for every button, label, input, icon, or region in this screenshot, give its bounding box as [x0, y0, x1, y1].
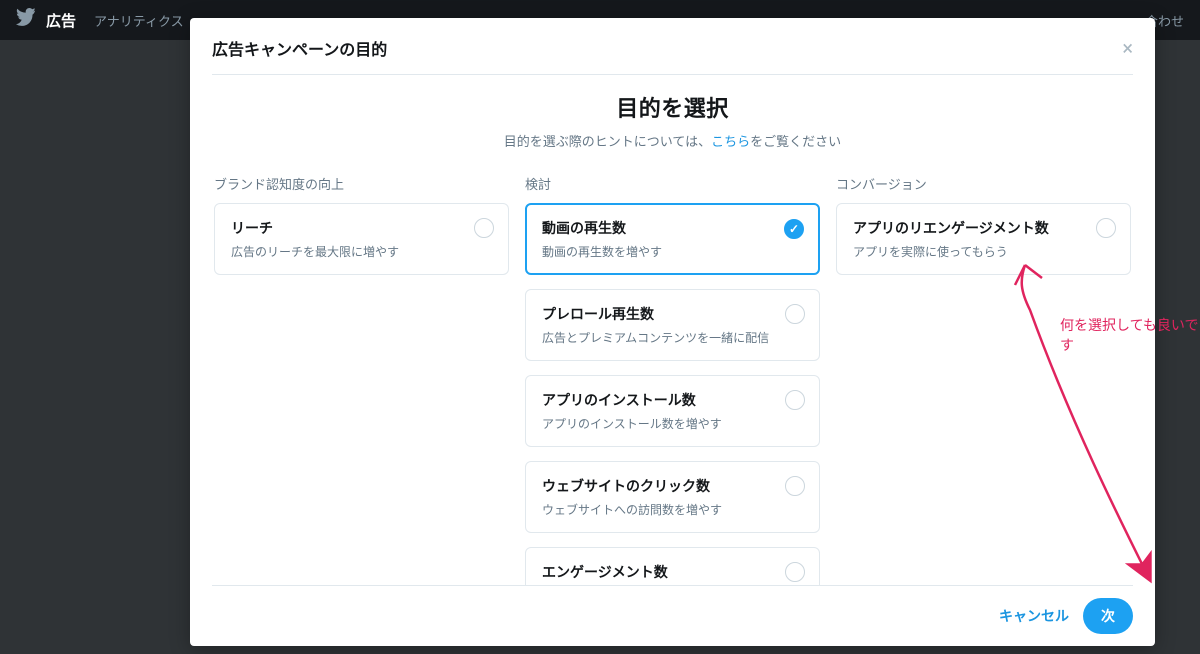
objective-columns: ブランド認知度の向上 リーチ 広告のリーチを最大限に増やす 検討 動画の再生数 …	[212, 174, 1133, 585]
radio-icon	[785, 562, 805, 582]
radio-icon	[1096, 218, 1116, 238]
hint-prefix: 目的を選ぶ際のヒントについては、	[504, 135, 711, 150]
col-awareness: ブランド認知度の向上 リーチ 広告のリーチを最大限に増やす	[214, 174, 509, 585]
objective-modal: 広告キャンペーンの目的 × 目的を選択 目的を選ぶ際のヒントについては、こちらを…	[190, 18, 1155, 646]
card-preroll-title: プレロール再生数	[542, 304, 803, 324]
card-preroll-desc: 広告とプレミアムコンテンツを一緒に配信	[542, 329, 803, 346]
card-appinstall-desc: アプリのインストール数を増やす	[542, 415, 803, 432]
card-video-desc: 動画の再生数を増やす	[542, 243, 803, 260]
modal-title: 広告キャンペーンの目的	[212, 36, 387, 60]
card-video-views[interactable]: 動画の再生数 動画の再生数を増やす	[525, 203, 820, 275]
card-appreengage-desc: アプリを実際に使ってもらう	[853, 243, 1114, 260]
radio-icon	[785, 476, 805, 496]
card-website-clicks[interactable]: ウェブサイトのクリック数 ウェブサイトへの訪問数を増やす	[525, 461, 820, 533]
modal-body: 目的を選択 目的を選ぶ際のヒントについては、こちらをご覧ください ブランド認知度…	[212, 75, 1133, 585]
radio-checked-icon	[784, 219, 804, 239]
hint-suffix: をご覧ください	[750, 135, 841, 150]
topbar-brand: 広告	[46, 10, 76, 31]
radio-icon	[785, 304, 805, 324]
col-consideration: 検討 動画の再生数 動画の再生数を増やす プレロール再生数 広告とプレミアムコン…	[525, 174, 820, 585]
radio-icon	[785, 390, 805, 410]
twitter-bird-icon	[16, 8, 36, 32]
card-reach-title: リーチ	[231, 218, 492, 238]
page-heading: 目的を選択	[616, 91, 729, 123]
card-website-desc: ウェブサイトへの訪問数を増やす	[542, 501, 803, 518]
radio-icon	[474, 218, 494, 238]
card-appreengage-title: アプリのリエンゲージメント数	[853, 218, 1114, 238]
card-reach[interactable]: リーチ 広告のリーチを最大限に増やす	[214, 203, 509, 275]
card-website-title: ウェブサイトのクリック数	[542, 476, 803, 496]
close-icon[interactable]: ×	[1122, 38, 1133, 58]
card-engagements[interactable]: エンゲージメント数 ツイートのエンゲージメントを増やす	[525, 547, 820, 585]
card-video-title: 動画の再生数	[542, 218, 803, 238]
card-preroll[interactable]: プレロール再生数 広告とプレミアムコンテンツを一緒に配信	[525, 289, 820, 361]
col-consideration-label: 検討	[525, 174, 820, 193]
cancel-button[interactable]: キャンセル	[999, 606, 1069, 626]
card-reach-desc: 広告のリーチを最大限に増やす	[231, 243, 492, 260]
modal-header: 広告キャンペーンの目的 ×	[212, 36, 1133, 75]
col-awareness-label: ブランド認知度の向上	[214, 174, 509, 193]
topbar-analytics-link[interactable]: アナリティクス	[94, 11, 184, 30]
modal-footer: キャンセル 次	[212, 585, 1133, 646]
col-conversion: コンバージョン アプリのリエンゲージメント数 アプリを実際に使ってもらう	[836, 174, 1131, 585]
next-button[interactable]: 次	[1083, 598, 1133, 634]
card-engagement-title: エンゲージメント数	[542, 562, 803, 582]
col-conversion-label: コンバージョン	[836, 174, 1131, 193]
card-app-reengagement[interactable]: アプリのリエンゲージメント数 アプリを実際に使ってもらう	[836, 203, 1131, 275]
hint-link[interactable]: こちら	[711, 135, 750, 150]
card-appinstall-title: アプリのインストール数	[542, 390, 803, 410]
card-app-install[interactable]: アプリのインストール数 アプリのインストール数を増やす	[525, 375, 820, 447]
hint-text: 目的を選ぶ際のヒントについては、こちらをご覧ください	[504, 131, 841, 150]
